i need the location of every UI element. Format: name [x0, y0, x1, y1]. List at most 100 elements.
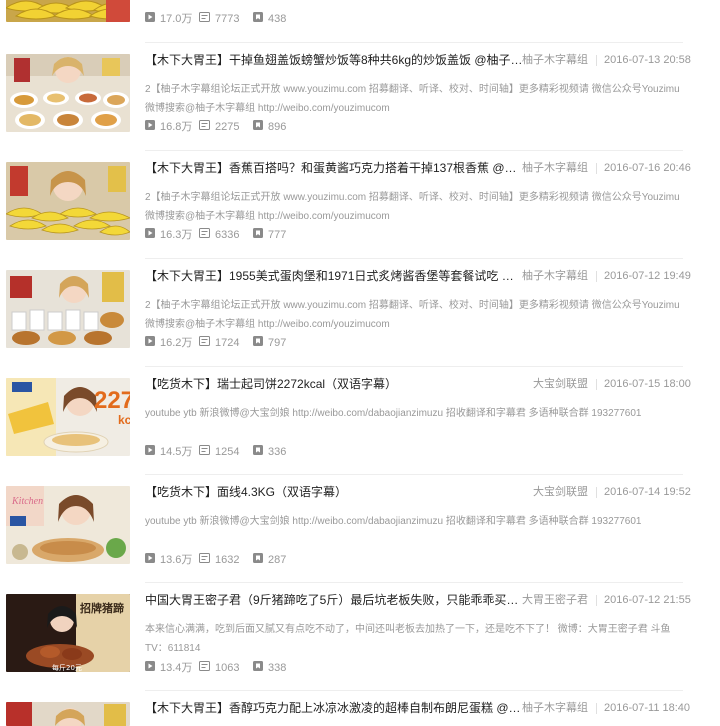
- video-item[interactable]: 17.0万 7773 438: [0, 0, 720, 44]
- video-description: 2【柚子木字幕组论坛正式开放 www.youzimu.com 招募翻译、听译、校…: [145, 192, 680, 222]
- item-divider: [145, 690, 683, 691]
- favorite-icon: [253, 119, 263, 135]
- video-title[interactable]: 【木下大胃王】香蕉百搭吗？和蛋黄酱巧克力搭着干掉137根香蕉 @柚子木...: [145, 160, 525, 176]
- video-description: 2【柚子木字幕组论坛正式开放 www.youzimu.com 招募翻译、听译、校…: [145, 84, 680, 114]
- video-date: 2016-07-12 19:49: [604, 270, 691, 282]
- favorite-icon: [253, 11, 263, 27]
- play-count: 17.0万: [145, 11, 192, 27]
- favorite-icon: [253, 552, 263, 568]
- play-icon: [145, 444, 155, 460]
- play-icon: [145, 227, 155, 243]
- video-thumbnail[interactable]: [6, 270, 130, 348]
- meta-separator: [596, 163, 597, 174]
- danmaku-icon: [199, 119, 210, 135]
- video-title[interactable]: 【木下大胃王】1955美式蛋肉堡和1971日式炙烤酱香堡等套餐试吃 @柚子...: [145, 268, 525, 284]
- video-thumbnail[interactable]: 227 kc: [6, 378, 130, 456]
- danmaku-count: 1254: [199, 444, 239, 460]
- video-title[interactable]: 【吃货木下】面线4.3KG（双语字幕）: [145, 484, 525, 500]
- play-icon: [145, 11, 155, 27]
- play-icon: [145, 119, 155, 135]
- favorite-count: 896: [253, 119, 286, 135]
- meta-separator: [596, 379, 597, 390]
- meta-separator: [596, 487, 597, 498]
- video-item[interactable]: 招牌猪蹄 每斤20元 中国大胃王密子君（9斤猪蹄吃了5斤）最后坑老板失败，只能乖…: [0, 584, 720, 692]
- play-count: 16.3万: [145, 227, 192, 243]
- favorite-count: 797: [253, 335, 286, 351]
- video-description: 本来信心满满，吃到后面又腻又有点吃不动了，中间还叫老板去加热了一下，还是吃不下了…: [145, 624, 671, 654]
- play-icon: [145, 660, 155, 676]
- video-author[interactable]: 大宝剑联盟: [508, 484, 588, 500]
- favorite-count: 287: [253, 552, 286, 568]
- item-divider: [145, 42, 683, 43]
- meta-separator: [596, 55, 597, 66]
- video-item[interactable]: 【木下大胃王】1955美式蛋肉堡和1971日式炙烤酱香堡等套餐试吃 @柚子...…: [0, 260, 720, 368]
- video-author[interactable]: 大胃王密子君: [508, 592, 588, 608]
- favorite-count: 777: [253, 227, 286, 243]
- video-item[interactable]: 【木下大胃王】干掉鱼翅盖饭螃蟹炒饭等8种共6kg的炒饭盖饭 @柚子木字幕... …: [0, 44, 720, 152]
- video-thumbnail[interactable]: Kitchen: [6, 486, 130, 564]
- favorite-icon: [253, 444, 263, 460]
- video-description: 2【柚子木字幕组论坛正式开放 www.youzimu.com 招募翻译、听译、校…: [145, 300, 680, 330]
- play-count: 16.8万: [145, 119, 192, 135]
- play-count: 14.5万: [145, 444, 192, 460]
- item-divider: [145, 150, 683, 151]
- danmaku-icon: [199, 660, 210, 676]
- danmaku-icon: [199, 227, 210, 243]
- video-thumbnail[interactable]: [6, 54, 130, 132]
- danmaku-icon: [199, 335, 210, 351]
- thumb-overlay-text: Kitchen: [11, 496, 43, 507]
- video-date: 2016-07-11 18:40: [604, 702, 691, 714]
- thumb-overlay-text: 227: [94, 387, 130, 414]
- favorite-count: 338: [253, 660, 286, 676]
- video-author[interactable]: 柚子木字幕组: [508, 700, 588, 716]
- danmaku-icon: [199, 552, 210, 568]
- danmaku-count: 7773: [199, 11, 239, 27]
- meta-separator: [596, 271, 597, 282]
- danmaku-count: 1724: [199, 335, 239, 351]
- thumb-overlay-text: 招牌猪蹄: [80, 601, 124, 615]
- favorite-icon: [253, 227, 263, 243]
- video-title[interactable]: 【木下大胃王】香醇巧克力配上冰凉冰激凌的超棒自制布朗尼蛋糕 @柚子木...: [145, 700, 525, 716]
- video-thumbnail[interactable]: 招牌猪蹄 每斤20元: [6, 594, 130, 672]
- favorite-icon: [253, 335, 263, 351]
- video-item[interactable]: 【木下大胃王】香蕉百搭吗？和蛋黄酱巧克力搭着干掉137根香蕉 @柚子木... 柚…: [0, 152, 720, 260]
- danmaku-count: 1632: [199, 552, 239, 568]
- danmaku-count: 1063: [199, 660, 239, 676]
- video-date: 2016-07-12 21:55: [604, 594, 691, 606]
- danmaku-icon: [199, 11, 210, 27]
- video-author[interactable]: 大宝剑联盟: [508, 376, 588, 392]
- video-description: youtube ytb 新浪微博@大宝剑娘 http://weibo.com/d…: [145, 516, 642, 527]
- video-date: 2016-07-14 19:52: [604, 486, 691, 498]
- item-divider: [145, 258, 683, 259]
- meta-separator: [596, 595, 597, 606]
- video-item[interactable]: 227 kc 【吃货木下】瑞士起司饼2272kcal（双语字幕） 大宝剑联盟 2…: [0, 368, 720, 476]
- video-date: 2016-07-13 20:58: [604, 54, 691, 66]
- play-count: 13.4万: [145, 660, 192, 676]
- video-title[interactable]: 【木下大胃王】干掉鱼翅盖饭螃蟹炒饭等8种共6kg的炒饭盖饭 @柚子木字幕...: [145, 52, 525, 68]
- danmaku-count: 2275: [199, 119, 239, 135]
- video-item[interactable]: 【木下大胃王】香醇巧克力配上冰凉冰激凌的超棒自制布朗尼蛋糕 @柚子木... 柚子…: [0, 692, 720, 726]
- play-icon: [145, 335, 155, 351]
- video-item[interactable]: Kitchen 【吃货木下】面线4.3KG（双语字幕） 大宝剑联盟 2016-0…: [0, 476, 720, 584]
- favorite-count: 438: [253, 11, 286, 27]
- thumb-overlay-subtext: kc: [118, 413, 130, 427]
- video-date: 2016-07-16 20:46: [604, 162, 691, 174]
- video-author[interactable]: 柚子木字幕组: [508, 268, 588, 284]
- video-title[interactable]: 【吃货木下】瑞士起司饼2272kcal（双语字幕）: [145, 376, 525, 392]
- item-divider: [145, 474, 683, 475]
- video-date: 2016-07-15 18:00: [604, 378, 691, 390]
- danmaku-icon: [199, 444, 210, 460]
- video-author[interactable]: 柚子木字幕组: [508, 52, 588, 68]
- video-thumbnail[interactable]: [6, 0, 130, 22]
- meta-separator: [596, 703, 597, 714]
- favorite-count: 336: [253, 444, 286, 460]
- video-description: youtube ytb 新浪微博@大宝剑娘 http://weibo.com/d…: [145, 408, 642, 419]
- item-divider: [145, 582, 683, 583]
- video-thumbnail[interactable]: [6, 162, 130, 240]
- video-thumbnail[interactable]: [6, 702, 130, 726]
- video-title[interactable]: 中国大胃王密子君（9斤猪蹄吃了5斤）最后坑老板失败，只能乖乖买单，好...: [145, 592, 525, 608]
- video-author[interactable]: 柚子木字幕组: [508, 160, 588, 176]
- thumb-overlay-subtext: 每斤20元: [52, 663, 82, 672]
- favorite-icon: [253, 660, 263, 676]
- play-count: 13.6万: [145, 552, 192, 568]
